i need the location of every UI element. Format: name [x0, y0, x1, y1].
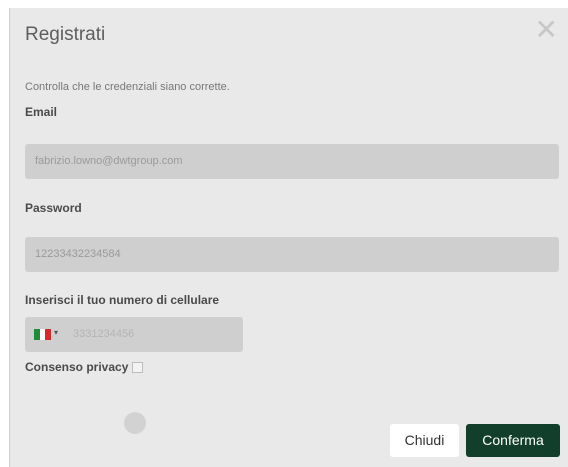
modal-header: Registrati ✕ [10, 8, 568, 62]
modal-title: Registrati [25, 24, 106, 45]
close-button[interactable]: Chiudi [390, 424, 459, 457]
privacy-label: Consenso privacy [25, 360, 129, 374]
email-field[interactable]: fabrizio.lowno@dwtgroup.com [25, 144, 559, 179]
privacy-consent: Consenso privacy [25, 360, 144, 374]
decorative-dot [124, 412, 146, 434]
phone-number-text[interactable]: 3331234456 [73, 317, 134, 352]
registration-modal: Registrati ✕ Controlla che le credenzial… [9, 8, 568, 467]
privacy-checkbox[interactable] [132, 361, 144, 373]
intro-text: Controlla che le credenziali siano corre… [25, 81, 230, 93]
confirm-button[interactable]: Conferma [466, 424, 560, 457]
email-label: Email [25, 105, 58, 119]
italy-flag-icon[interactable] [34, 329, 52, 340]
phone-field[interactable]: ▾ 3331234456 [25, 317, 243, 352]
password-field[interactable]: 12233432234584 [25, 237, 559, 272]
phone-label: Inserisci il tuo numero di cellulare [25, 293, 220, 307]
password-label: Password [25, 201, 82, 215]
chevron-down-icon[interactable]: ▾ [54, 328, 58, 337]
close-icon[interactable]: ✕ [535, 16, 558, 44]
